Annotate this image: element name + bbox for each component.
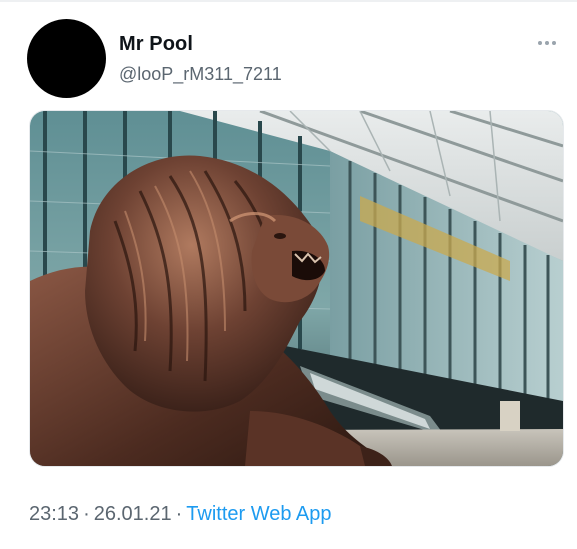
tweet-card: Mr Pool @looP_rM311_7211 23:13 · 26.01.2… — [0, 0, 577, 549]
display-name[interactable]: Mr Pool — [119, 33, 193, 56]
tweet-source-link[interactable]: Twitter Web App — [186, 503, 331, 525]
separator-dot: · — [83, 503, 90, 525]
tweet-metadata: 23:13 · 26.01.21 · Twitter Web App — [29, 503, 332, 526]
more-horizontal-icon[interactable] — [538, 37, 562, 49]
tweet-media-photo[interactable] — [29, 110, 564, 467]
divider — [0, 0, 577, 2]
tweet-date[interactable]: 26.01.21 — [94, 503, 172, 525]
separator-dot: · — [175, 503, 183, 525]
tweet-time[interactable]: 23:13 — [29, 503, 79, 525]
user-handle[interactable]: @looP_rM311_7211 — [119, 64, 282, 85]
avatar[interactable] — [27, 19, 106, 98]
